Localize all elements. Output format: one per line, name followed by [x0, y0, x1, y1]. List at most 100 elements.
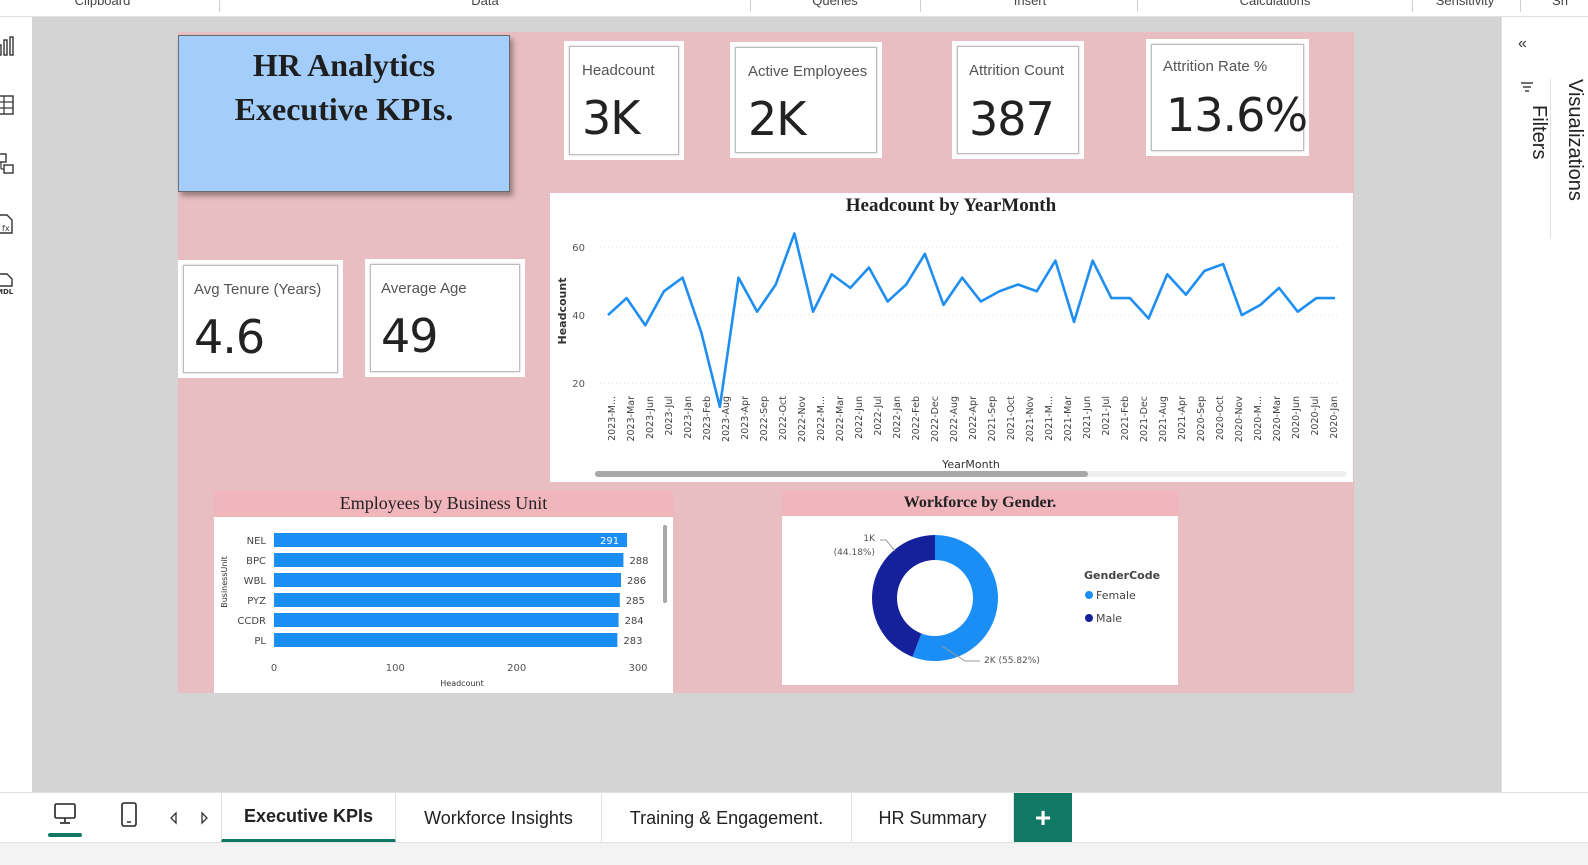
ribbon-separator — [219, 0, 220, 12]
visualizations-pane-toggle[interactable]: Visualizations — [1550, 79, 1586, 239]
tab-executive-kpis[interactable]: Executive KPIs — [221, 793, 396, 843]
y-axis-label: Headcount — [556, 278, 569, 345]
ribbon-group-queries[interactable]: Queries — [790, 0, 880, 8]
ribbon-group-clipboard[interactable]: Clipboard — [60, 0, 145, 8]
tmdl-view-icon[interactable]: MDL — [0, 272, 16, 296]
x-tick-label: 2021-Jul — [1101, 396, 1112, 436]
kpi-value: 3K — [582, 91, 640, 145]
kpi-value: 13.6% — [1166, 88, 1308, 142]
view-switcher-rail: fx MDL — [0, 17, 32, 792]
kpi-card-frame: Average Age 49 — [370, 264, 520, 372]
bar-value-label: 286 — [627, 576, 646, 587]
kpi-label: Active Employees — [748, 63, 868, 80]
collapse-panes-icon[interactable]: « — [1518, 35, 1527, 53]
tab-hr-summary[interactable]: HR Summary — [852, 793, 1014, 843]
x-tick-label: 2021-Nov — [1025, 396, 1036, 443]
donut-chart-svg: 2K (55.82%) 1K (44.18%) GenderCode Femal… — [834, 534, 1160, 666]
filters-pane-toggle[interactable]: Filters — [1510, 105, 1550, 159]
ribbon-group-sensitivity[interactable]: Sensitivity — [1420, 0, 1510, 8]
ribbon-group-data[interactable]: Data — [440, 0, 530, 8]
bar — [274, 593, 620, 607]
filter-icon[interactable] — [1520, 81, 1534, 93]
bar-category-label: WBL — [244, 576, 267, 587]
x-tick-label: 2022-Jan — [892, 396, 903, 439]
report-title-line1: HR Analytics — [252, 47, 436, 83]
report-title-box[interactable]: HR Analytics Executive KPIs. — [178, 35, 510, 192]
page-tab-bar: Executive KPIs Workforce Insights Traini… — [0, 792, 1588, 843]
legend-item-male[interactable]: Male — [1096, 612, 1122, 625]
x-tick-label: 2022-Oct — [778, 396, 789, 441]
x-tick-label: 2022-M... — [816, 396, 827, 441]
desktop-layout-button[interactable] — [32, 793, 96, 843]
kpi-label: Headcount — [582, 62, 655, 79]
x-tick-label: 2021-Apr — [1177, 396, 1188, 440]
legend-item-female[interactable]: Female — [1096, 589, 1136, 602]
x-tick-label: 2022-Mar — [835, 396, 846, 442]
x-tick-label: 2023-Jun — [645, 396, 656, 439]
y-tick-label: 20 — [572, 379, 585, 390]
bar-value-label: 288 — [629, 556, 648, 567]
horizontal-scrollbar-thumb[interactable] — [595, 471, 1088, 477]
x-tick-label: 2021-Dec — [1139, 396, 1150, 442]
headcount-series-line — [607, 232, 1335, 409]
kpi-card-frame: Attrition Rate % 13.6% — [1151, 44, 1308, 151]
tab-workforce-insights[interactable]: Workforce Insights — [396, 793, 602, 843]
previous-page-icon[interactable] — [168, 811, 180, 825]
bar-category-label: NEL — [247, 536, 267, 547]
vertical-scrollbar-thumb[interactable] — [663, 525, 667, 603]
x-axis-ticks: 0 100 200 300 — [271, 663, 648, 674]
workforce-by-gender-chart[interactable]: Workforce by Gender. 2K (55.82%) 1K (44.… — [782, 491, 1178, 685]
kpi-card-avg-tenure[interactable]: Avg Tenure (Years) 4.6 — [178, 260, 343, 378]
kpi-value: 4.6 — [194, 310, 265, 364]
mobile-layout-icon[interactable] — [119, 802, 139, 828]
x-axis-label: Headcount — [440, 679, 484, 688]
x-tick-label: 200 — [507, 663, 526, 674]
x-tick-label: 2022-Apr — [968, 396, 979, 440]
male-data-label-percent: (44.18%) — [834, 548, 875, 558]
dax-query-icon[interactable]: fx — [0, 212, 16, 236]
y-tick-label: 60 — [572, 243, 585, 254]
male-data-label-value: 1K — [863, 534, 876, 544]
bar-category-label: PL — [254, 636, 266, 647]
headcount-by-yearmonth-chart[interactable]: Headcount by YearMonth 20 40 60 Headcount … — [550, 193, 1353, 482]
bar — [274, 633, 618, 647]
employees-by-business-unit-chart[interactable]: Employees by Business Unit BusinessUnit … — [214, 491, 673, 693]
report-view-icon[interactable] — [0, 35, 16, 59]
x-tick-label: 2021-Aug — [1158, 396, 1169, 442]
x-tick-label: 2020-M... — [1253, 396, 1264, 441]
tab-training-engagement[interactable]: Training & Engagement. — [602, 793, 852, 843]
kpi-card-frame: Attrition Count 387 — [957, 46, 1079, 154]
bar-chart-svg: BusinessUnit NEL 291 BPC 288 WBL 286 PYZ 285 CCD… — [220, 525, 667, 688]
kpi-card-attrition-rate[interactable]: Attrition Rate % 13.6% — [1146, 39, 1309, 156]
x-tick-label: 100 — [386, 663, 405, 674]
bar-value-label: 283 — [623, 636, 642, 647]
ribbon-group-calculations[interactable]: Calculations — [1215, 0, 1335, 8]
kpi-value: 49 — [381, 309, 439, 363]
ribbon-group-insert[interactable]: Insert — [985, 0, 1075, 8]
add-page-button[interactable]: + — [1014, 793, 1072, 843]
kpi-card-headcount[interactable]: Headcount 3K — [564, 41, 684, 160]
x-tick-label: 2021-Sep — [987, 396, 998, 442]
kpi-card-active-employees[interactable]: Active Employees 2K — [730, 42, 882, 158]
x-tick-label: 2020-Jan — [1329, 396, 1340, 439]
x-tick-label: 2022-Feb — [911, 396, 922, 440]
kpi-card-attrition-count[interactable]: Attrition Count 387 — [952, 41, 1084, 159]
table-view-icon[interactable] — [0, 93, 16, 117]
male-leader-line — [880, 539, 896, 552]
next-page-icon[interactable] — [198, 811, 210, 825]
legend-marker-male — [1085, 614, 1093, 622]
x-tick-label: 2023-Jan — [683, 396, 694, 439]
svg-text:fx: fx — [2, 224, 10, 233]
x-axis-ticks: 2023-M... 2023-Mar 2023-Jun 2023-Jul 2023-Ja… — [607, 396, 1340, 443]
x-tick-label: 2021-M... — [1044, 396, 1055, 441]
model-view-icon[interactable] — [0, 152, 16, 176]
report-title-line2: Executive KPIs. — [234, 91, 454, 127]
x-tick-label: 2020-Nov — [1234, 396, 1245, 443]
ribbon-group-share[interactable]: Sh — [1540, 0, 1580, 8]
x-tick-label: 2022-Aug — [949, 396, 960, 442]
x-axis-label: YearMonth — [941, 458, 1000, 471]
kpi-card-average-age[interactable]: Average Age 49 — [365, 259, 525, 377]
line-chart-svg: Headcount by YearMonth 204060 Headcount … — [556, 195, 1347, 477]
desktop-icon — [54, 803, 76, 824]
kpi-value: 387 — [969, 92, 1055, 146]
